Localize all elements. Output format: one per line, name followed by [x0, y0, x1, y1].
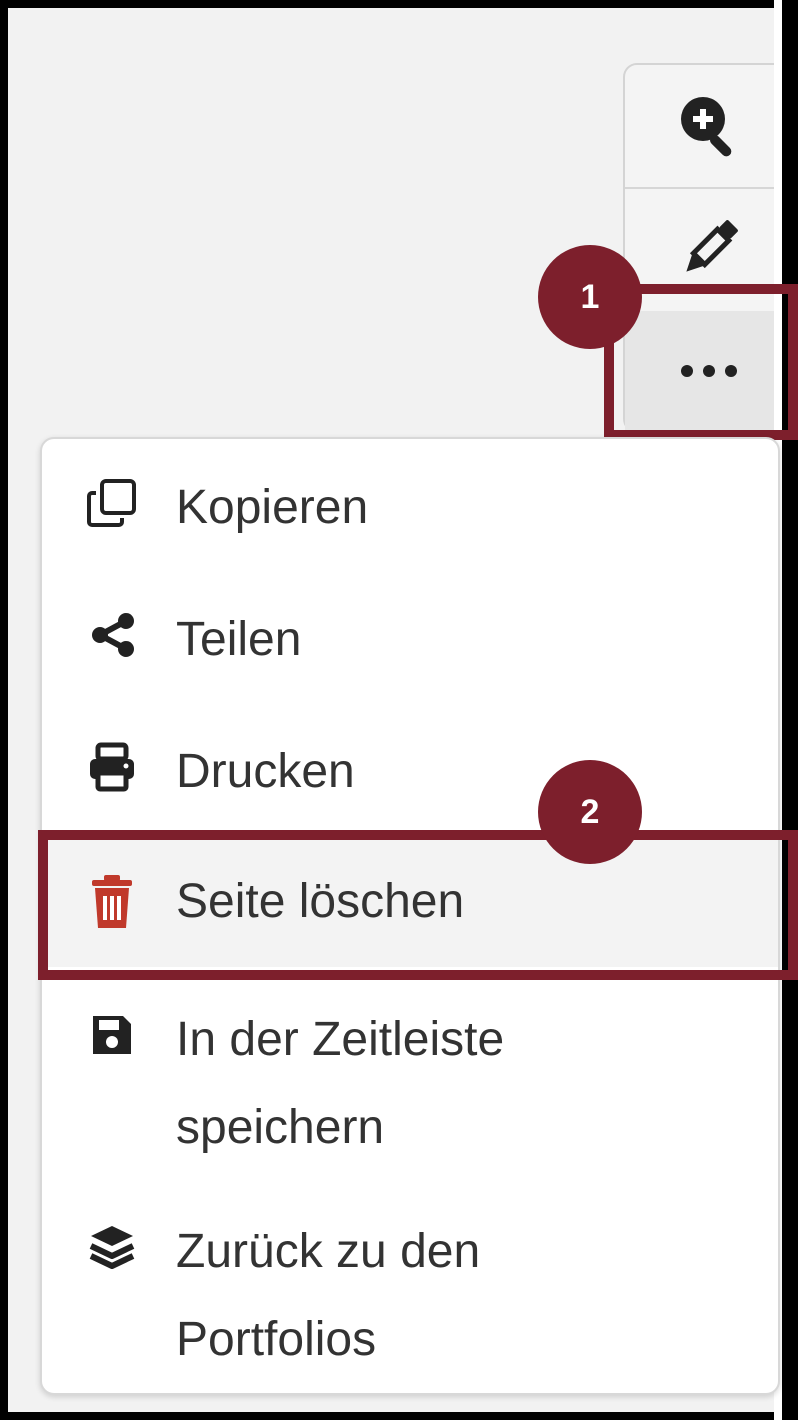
layers-icon — [82, 1219, 142, 1275]
zoom-in-icon — [681, 97, 732, 157]
highlight-delete-item — [38, 830, 798, 980]
step-badge-1: 1 — [538, 245, 642, 349]
menu-item-label-line1: Zurück zu den — [176, 1225, 481, 1278]
menu-item-label-line2: speichern — [176, 1101, 385, 1154]
menu-item-back-portfolios[interactable]: Zurück zu den Portfolios — [42, 1219, 778, 1373]
step-number-2: 2 — [580, 792, 600, 831]
pencil-icon — [686, 220, 738, 272]
menu-item-label: Drucken — [176, 745, 355, 798]
step-badge-2: 2 — [538, 760, 642, 864]
menu-item-label-block: Zurück zu den Portfolios — [142, 1219, 480, 1373]
save-icon — [82, 1007, 142, 1063]
menu-item-label: Teilen — [176, 613, 302, 666]
menu-item-share[interactable]: Teilen — [42, 607, 778, 673]
print-icon — [82, 739, 142, 795]
menu-item-copy[interactable]: Kopieren — [42, 475, 778, 541]
zoom-in-button[interactable] — [625, 65, 782, 185]
menu-item-label-block: In der Zeitleiste speichern — [142, 1007, 504, 1161]
menu-item-print[interactable]: Drucken — [42, 739, 778, 805]
menu-item-label-line2: Portfolios — [176, 1313, 377, 1366]
step-number-1: 1 — [580, 277, 600, 316]
menu-item-save-timeline[interactable]: In der Zeitleiste speichern — [42, 1007, 778, 1161]
share-icon — [82, 607, 142, 663]
copy-icon — [82, 475, 142, 531]
menu-item-label-line1: In der Zeitleiste — [176, 1013, 505, 1066]
menu-item-label: Kopieren — [176, 481, 369, 534]
